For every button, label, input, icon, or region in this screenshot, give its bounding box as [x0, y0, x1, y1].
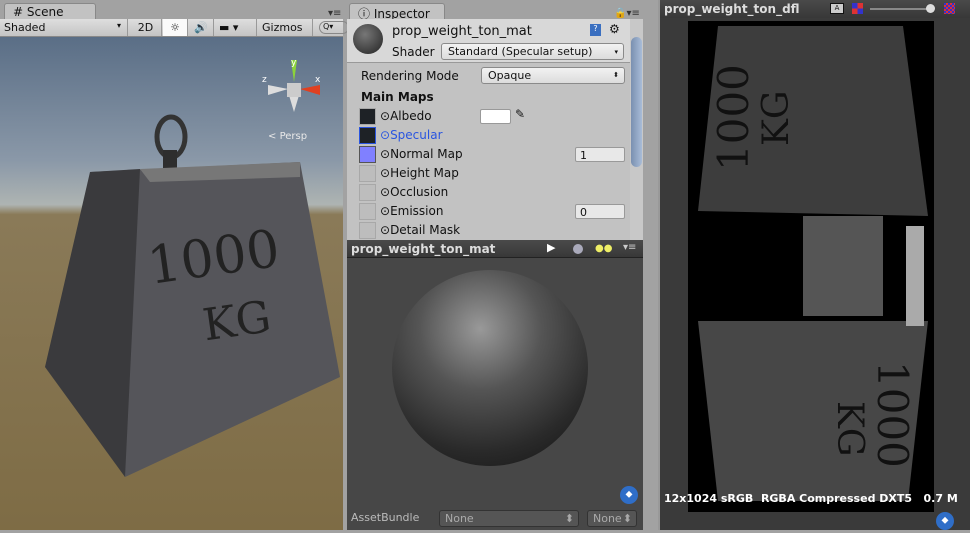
scene-viewport[interactable]: 1000 KG y x z < Persp	[0, 37, 343, 530]
eyedropper-icon[interactable]: ✎	[515, 107, 525, 121]
map-row-emission[interactable]: ⊙ Emission	[359, 202, 443, 220]
preview-menu-icon[interactable]: ▾≡	[623, 242, 636, 253]
material-properties: Rendering Mode Opaque ⬍ Main Maps ⊙ Albed…	[347, 63, 630, 240]
albedo-color-field[interactable]	[480, 109, 511, 124]
projection-label[interactable]: < Persp	[268, 131, 307, 142]
lock-icon[interactable]: 🔒▾≡	[614, 8, 640, 19]
rendering-mode-dropdown[interactable]: Opaque ⬍	[481, 67, 625, 84]
texture-preview-panel: prop_weight_ton_dfl A 1000 KG 1000 KG 12…	[658, 0, 970, 530]
orientation-gizmo[interactable]: y x z	[260, 57, 330, 117]
tab-inspector[interactable]: ⓘ Inspector	[349, 3, 445, 19]
texture-image: 1000 KG 1000 KG	[688, 21, 934, 512]
material-thumbnail	[353, 24, 383, 54]
gear-icon[interactable]: ⚙	[609, 22, 620, 36]
weight-label-kg: KG	[200, 291, 274, 351]
map-row-albedo[interactable]: ⊙ Albedo	[359, 107, 432, 125]
tag-icon[interactable]: ⬥	[620, 486, 638, 504]
panel-menu-icon[interactable]: ▾≡	[328, 8, 341, 19]
shading-dropdown[interactable]: Shaded ▾	[0, 19, 128, 36]
info-icon: ⓘ	[358, 7, 371, 19]
effects-dropdown-icon[interactable]: ▬ ▾	[215, 19, 257, 36]
svg-text:x: x	[315, 75, 321, 85]
svg-text:1000: 1000	[709, 64, 758, 171]
mip-large-icon	[944, 3, 955, 14]
svg-text:z: z	[262, 75, 267, 85]
inspector-scrollbar[interactable]	[630, 19, 643, 240]
height-texture-slot[interactable]	[359, 164, 376, 182]
mip-small-icon	[852, 3, 863, 14]
lighting-toggle-icon[interactable]: ☼	[163, 19, 188, 36]
map-row-normal[interactable]: ⊙ Normal Map	[359, 145, 463, 163]
texture-header: prop_weight_ton_dfl A	[660, 0, 970, 18]
map-row-detail-mask[interactable]: ⊙ Detail Mask	[359, 221, 460, 239]
svg-text:KG: KG	[756, 90, 797, 146]
grid-icon: #	[13, 5, 24, 19]
asset-variant-dropdown[interactable]: None ⬍	[587, 510, 637, 527]
help-icon[interactable]: ?	[590, 24, 601, 36]
material-header: prop_weight_ton_mat ? ⚙ Shader Standard …	[347, 19, 630, 63]
emission-value-field[interactable]: 0	[575, 204, 625, 219]
mip-slider-handle[interactable]	[926, 4, 935, 13]
scrollbar-thumb[interactable]	[631, 37, 642, 167]
preview-sphere-icon[interactable]	[573, 244, 583, 254]
material-name: prop_weight_ton_mat	[392, 24, 532, 39]
play-icon[interactable]: ▶	[547, 241, 555, 254]
preview-header: prop_weight_ton_mat ▶ ●● ▾≡	[347, 240, 643, 258]
emission-texture-slot[interactable]	[359, 202, 376, 220]
map-row-height[interactable]: ⊙ Height Map	[359, 164, 459, 182]
search-input[interactable]: Q▾	[319, 21, 349, 34]
audio-toggle-icon[interactable]: 🔊	[189, 19, 214, 36]
detail-mask-texture-slot[interactable]	[359, 221, 376, 239]
2d-toggle[interactable]: 2D	[130, 19, 162, 36]
albedo-texture-slot[interactable]	[359, 107, 376, 125]
light-icon[interactable]: ●●	[595, 243, 612, 254]
mip-slider[interactable]	[870, 8, 932, 10]
scene-toolbar: Shaded▾ 2D ☼ 🔊 ▬ ▾ Gizmos ▾ Q▾	[0, 19, 349, 47]
asset-bundle-bar: AssetBundle None ⬍ None ⬍	[347, 508, 643, 530]
svg-text:1000: 1000	[868, 361, 917, 468]
gizmos-dropdown[interactable]: Gizmos ▾	[258, 19, 313, 47]
map-row-occlusion[interactable]: ⊙ Occlusion	[359, 183, 448, 201]
alpha-toggle[interactable]: A	[830, 3, 844, 14]
specular-texture-slot[interactable]	[359, 126, 376, 144]
texture-info: 12x1024 sRGB RGBA Compressed DXT5 0.7 M	[664, 492, 958, 505]
svg-text:KG: KG	[829, 401, 870, 457]
shader-dropdown[interactable]: Standard (Specular setup) ▾	[441, 43, 624, 60]
svg-text:y: y	[291, 58, 297, 68]
material-preview[interactable]: ⬥	[347, 258, 643, 508]
tab-scene[interactable]: # Scene	[4, 3, 96, 19]
occlusion-texture-slot[interactable]	[359, 183, 376, 201]
normal-texture-slot[interactable]	[359, 145, 376, 163]
normal-scale-field[interactable]: 1	[575, 147, 625, 162]
preview-sphere	[392, 270, 588, 466]
texture-tag-icon[interactable]: ⬥	[936, 512, 954, 530]
asset-bundle-dropdown[interactable]: None ⬍	[439, 510, 579, 527]
map-row-specular[interactable]: ⊙ Specular	[359, 126, 443, 144]
